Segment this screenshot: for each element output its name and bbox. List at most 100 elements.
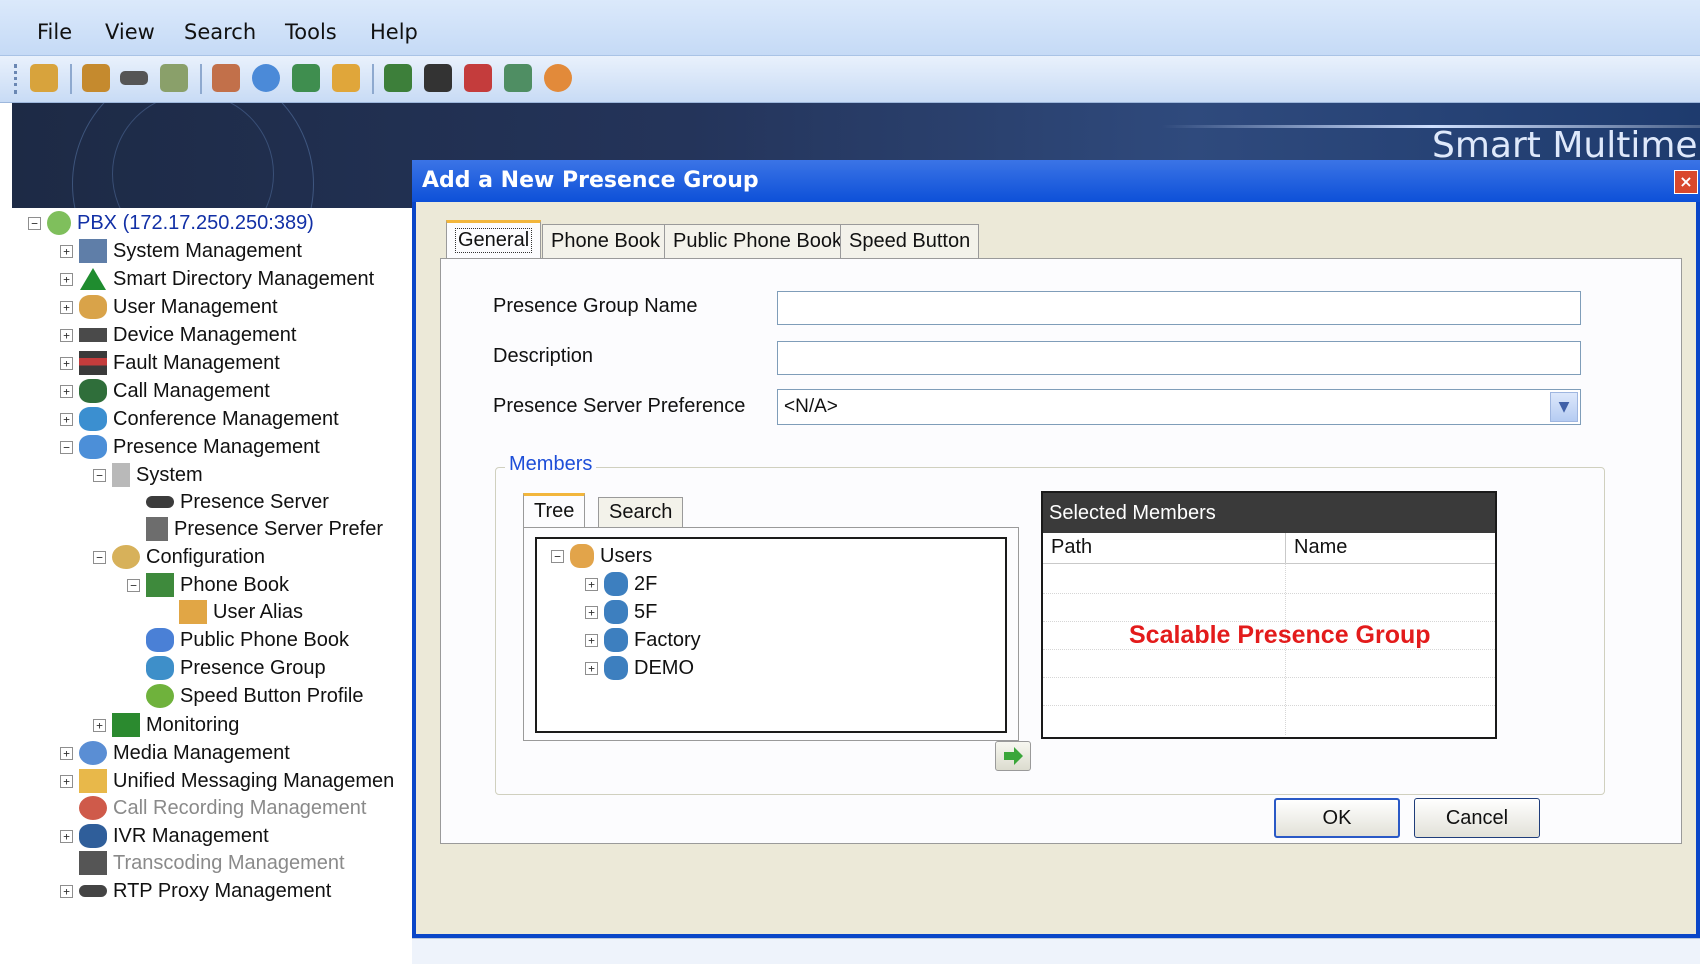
tree-item-5f[interactable]: +5F: [585, 597, 657, 627]
tree-item-rtp-proxy[interactable]: + RTP Proxy Management: [60, 876, 331, 906]
collapse-icon[interactable]: −: [93, 468, 106, 482]
subtab-search[interactable]: Search: [598, 497, 684, 527]
chevron-down-icon[interactable]: ▼: [1550, 392, 1578, 422]
tree-item-fault-management[interactable]: + Fault Management: [60, 348, 280, 378]
tree-item-phone-book[interactable]: − Phone Book: [127, 570, 289, 600]
device-icon[interactable]: [120, 71, 148, 85]
shield-icon[interactable]: [544, 64, 572, 92]
expand-icon[interactable]: +: [60, 829, 73, 843]
tab-general[interactable]: General: [446, 220, 542, 258]
menu-help[interactable]: Help: [370, 20, 418, 44]
menu-search[interactable]: Search: [184, 20, 256, 44]
expand-icon[interactable]: +: [60, 412, 73, 426]
group-icon: [604, 656, 628, 680]
globe-icon[interactable]: [252, 64, 280, 92]
tree-item-users[interactable]: − Users: [551, 541, 652, 571]
fault-icon[interactable]: [212, 64, 240, 92]
expand-icon[interactable]: +: [60, 774, 73, 788]
tab-phone-book[interactable]: Phone Book: [542, 224, 669, 258]
tree-item-user-management[interactable]: + User Management: [60, 292, 278, 322]
cancel-button[interactable]: Cancel: [1414, 798, 1540, 838]
expand-icon[interactable]: +: [60, 272, 73, 286]
collapse-icon[interactable]: −: [127, 578, 140, 592]
call-icon: [79, 379, 107, 403]
tree-item-unified-messaging[interactable]: + Unified Messaging Managemen: [60, 766, 394, 796]
tree-item-system-management[interactable]: + System Management: [60, 236, 302, 266]
alarm-icon[interactable]: [464, 64, 492, 92]
tree-item-monitoring[interactable]: + Monitoring: [93, 710, 239, 740]
close-icon[interactable]: ×: [1674, 170, 1698, 194]
tab-public-phone-book[interactable]: Public Phone Book: [664, 224, 852, 258]
menu-view[interactable]: View: [105, 20, 155, 44]
menu-tools[interactable]: Tools: [285, 20, 337, 44]
tree-item-presence-server-preference[interactable]: Presence Server Prefer: [127, 514, 383, 544]
gear-icon: [112, 545, 140, 569]
tree-item-demo[interactable]: + DEMO: [585, 653, 694, 683]
expand-icon[interactable]: +: [93, 718, 106, 732]
report-icon[interactable]: [384, 64, 412, 92]
arrow-right-icon: [1004, 747, 1023, 765]
collapse-icon[interactable]: −: [551, 549, 564, 563]
users-icon[interactable]: [30, 64, 58, 92]
tree-item-ivr-management[interactable]: + IVR Management: [60, 821, 269, 851]
dialog-title-bar[interactable]: Add a New Presence Group ×: [412, 160, 1700, 202]
expand-icon[interactable]: +: [60, 746, 73, 760]
document-icon[interactable]: [424, 64, 452, 92]
menu-file[interactable]: File: [37, 20, 72, 44]
tree-item-device-management[interactable]: + Device Management: [60, 320, 296, 350]
group-icon: [604, 628, 628, 652]
expand-icon[interactable]: +: [585, 605, 598, 619]
tree-item-conference-management[interactable]: + Conference Management: [60, 404, 339, 434]
tree-item-user-alias[interactable]: User Alias: [160, 597, 303, 627]
description-input[interactable]: [777, 341, 1581, 375]
tree-item-speed-button-profile[interactable]: Speed Button Profile: [127, 681, 363, 711]
tree-item-call-management[interactable]: + Call Management: [60, 376, 270, 406]
group-icon[interactable]: [82, 64, 110, 92]
expand-icon[interactable]: +: [60, 300, 73, 314]
tree-item-system[interactable]: − System: [93, 460, 203, 490]
column-name[interactable]: Name: [1286, 533, 1495, 564]
system-icon: [79, 239, 107, 263]
collapse-icon[interactable]: −: [28, 216, 41, 230]
expand-icon[interactable]: +: [60, 884, 73, 898]
tree-item-configuration[interactable]: − Configuration: [93, 542, 265, 572]
subtab-tree[interactable]: Tree: [523, 493, 586, 527]
tree-item-transcoding[interactable]: Transcoding Management: [60, 848, 345, 878]
tree-item-media-management[interactable]: + Media Management: [60, 738, 290, 768]
add-member-button[interactable]: [995, 741, 1031, 771]
tree-root[interactable]: − PBX (172.17.250.250:389): [28, 208, 314, 238]
system-icon: [112, 463, 130, 487]
conference-icon[interactable]: [292, 64, 320, 92]
ivr-icon: [79, 824, 107, 848]
presence-icon[interactable]: [332, 64, 360, 92]
column-path[interactable]: Path: [1043, 533, 1286, 564]
tree-item-public-phone-book[interactable]: Public Phone Book: [127, 625, 349, 655]
expand-icon[interactable]: +: [585, 577, 598, 591]
expand-icon[interactable]: +: [585, 661, 598, 675]
tree-item-factory[interactable]: + Factory: [585, 625, 701, 655]
presence-group-name-input[interactable]: [777, 291, 1581, 325]
tree-item-presence-management[interactable]: − Presence Management: [60, 432, 320, 462]
tree-item-2f[interactable]: +2F: [585, 569, 657, 599]
group-icon: [604, 572, 628, 596]
expand-icon[interactable]: +: [60, 384, 73, 398]
tree-item-call-recording[interactable]: Call Recording Management: [60, 793, 366, 823]
collapse-icon[interactable]: −: [60, 440, 73, 454]
tree-item-presence-group[interactable]: Presence Group: [127, 653, 326, 683]
selected-value: <N/A>: [784, 396, 838, 417]
toolbar-separator: [372, 64, 374, 94]
tab-speed-button[interactable]: Speed Button: [840, 224, 980, 258]
background-grid: [412, 938, 1700, 964]
expand-icon[interactable]: +: [585, 633, 598, 647]
expand-icon[interactable]: +: [60, 328, 73, 342]
call-icon[interactable]: [160, 64, 188, 92]
expand-icon[interactable]: +: [60, 244, 73, 258]
ok-button[interactable]: OK: [1274, 798, 1400, 838]
phone-book-icon[interactable]: [504, 64, 532, 92]
tree-item-smart-directory[interactable]: + Smart Directory Management: [60, 264, 374, 294]
members-legend: Members: [505, 453, 597, 476]
expand-icon[interactable]: +: [60, 356, 73, 370]
collapse-icon[interactable]: −: [93, 550, 106, 564]
tree-item-presence-server[interactable]: Presence Server: [127, 487, 329, 517]
presence-server-preference-select[interactable]: <N/A> ▼: [777, 389, 1581, 425]
